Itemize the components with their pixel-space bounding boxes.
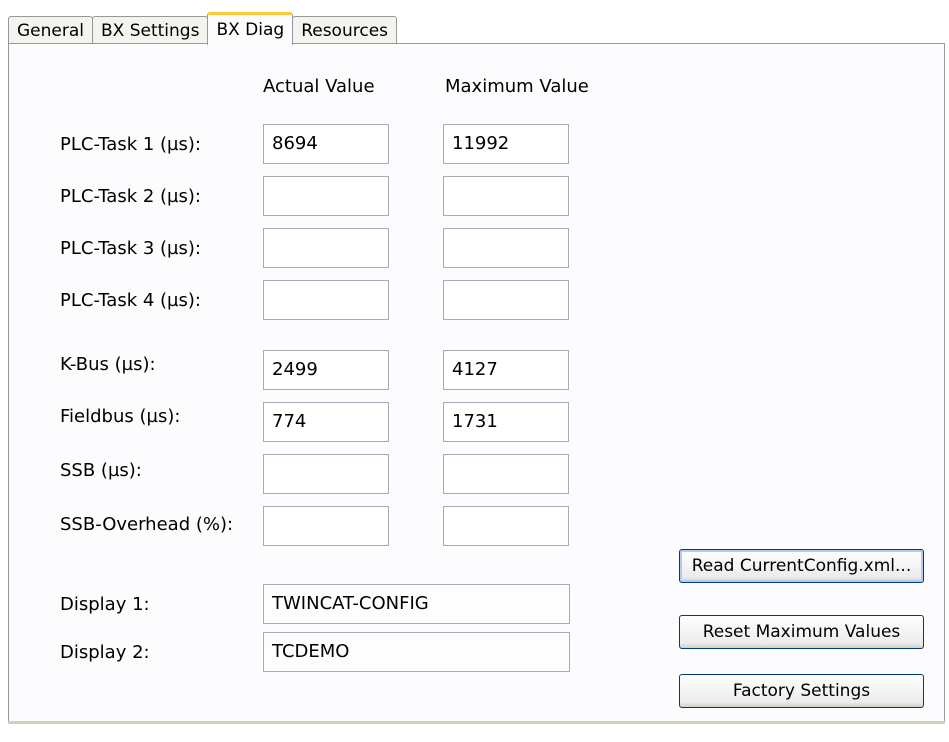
ssb-label: SSB (µs): <box>60 460 142 481</box>
tab-resources-label: Resources <box>301 20 389 41</box>
display-1-field[interactable]: TWINCAT-CONFIG <box>263 584 570 624</box>
read-current-config-button[interactable]: Read CurrentConfig.xml... <box>679 549 924 583</box>
tab-bx-settings-label: BX Settings <box>101 20 200 41</box>
tab-resources[interactable]: Resources <box>292 16 398 44</box>
tab-bx-diag-label: BX Diag <box>216 20 285 40</box>
tab-general-label: General <box>17 20 84 41</box>
display-2-label: Display 2: <box>60 642 150 663</box>
panel-shadow <box>8 721 945 724</box>
ssb-overhead-max-field[interactable] <box>443 506 569 546</box>
tab-general[interactable]: General <box>8 16 93 44</box>
plc-task-4-actual-field[interactable] <box>263 280 389 320</box>
plc-task-1-max-field[interactable]: 11992 <box>443 124 569 164</box>
reset-maximum-values-button[interactable]: Reset Maximum Values <box>679 615 924 649</box>
plc-task-3-actual-field[interactable] <box>263 228 389 268</box>
plc-task-1-actual-field[interactable]: 8694 <box>263 124 389 164</box>
ssb-actual-field[interactable] <box>263 454 389 494</box>
k-bus-actual-field[interactable]: 2499 <box>263 350 389 390</box>
factory-settings-button[interactable]: Factory Settings <box>679 674 924 708</box>
fieldbus-label: Fieldbus (µs): <box>60 406 181 427</box>
k-bus-label: K-Bus (µs): <box>60 354 156 375</box>
plc-task-3-label: PLC-Task 3 (µs): <box>60 238 201 259</box>
display-1-label: Display 1: <box>60 594 150 615</box>
k-bus-max-field[interactable]: 4127 <box>443 350 569 390</box>
plc-task-2-actual-field[interactable] <box>263 176 389 216</box>
fieldbus-max-field[interactable]: 1731 <box>443 402 569 442</box>
plc-task-3-max-field[interactable] <box>443 228 569 268</box>
display-2-field[interactable]: TCDEMO <box>263 632 570 672</box>
plc-task-2-label: PLC-Task 2 (µs): <box>60 186 201 207</box>
maximum-value-header: Maximum Value <box>445 76 589 97</box>
plc-task-4-label: PLC-Task 4 (µs): <box>60 290 201 311</box>
ssb-overhead-label: SSB-Overhead (%): <box>60 514 234 535</box>
plc-task-1-label: PLC-Task 1 (µs): <box>60 134 201 155</box>
tab-strip: General BX Settings BX Diag Resources <box>8 12 398 45</box>
tab-bx-diag[interactable]: BX Diag <box>207 12 294 45</box>
bx-diag-dialog: General BX Settings BX Diag Resources Ac… <box>0 0 949 742</box>
ssb-overhead-actual-field[interactable] <box>263 506 389 546</box>
plc-task-2-max-field[interactable] <box>443 176 569 216</box>
actual-value-header: Actual Value <box>263 76 375 97</box>
fieldbus-actual-field[interactable]: 774 <box>263 402 389 442</box>
ssb-max-field[interactable] <box>443 454 569 494</box>
tab-bx-settings[interactable]: BX Settings <box>92 16 209 44</box>
plc-task-4-max-field[interactable] <box>443 280 569 320</box>
